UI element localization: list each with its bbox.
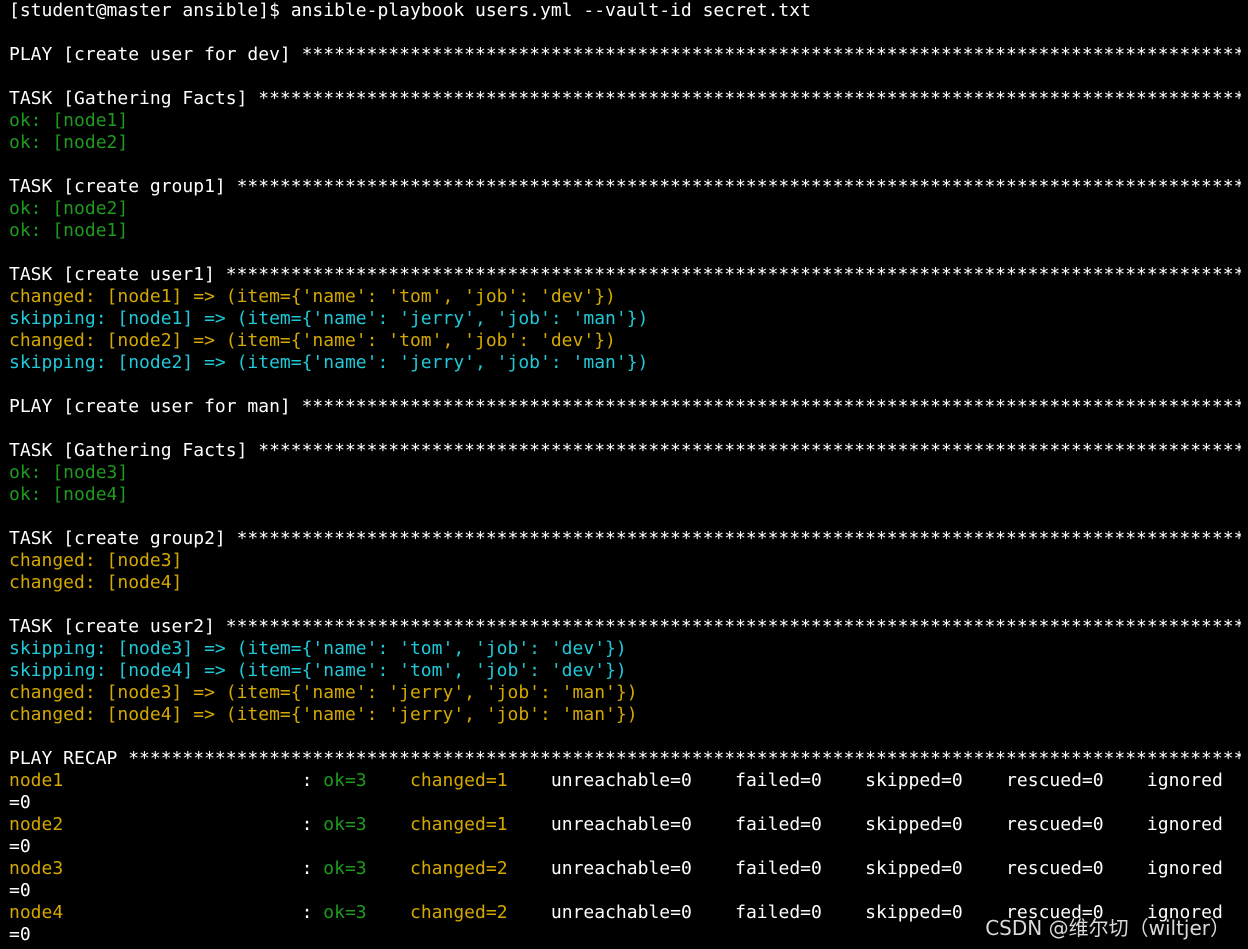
terminal-line: changed: [node3] => (item={'name': 'jerr… <box>9 682 638 703</box>
recap-counts: unreachable=0 failed=0 skipped=0 rescued… <box>550 770 1223 791</box>
terminal-line: changed: [node1] => (item={'name': 'tom'… <box>9 286 616 307</box>
terminal-line: TASK [create user2] ********************… <box>9 616 1241 637</box>
recap-wrap: =0 <box>9 792 31 813</box>
terminal-line: ok: [node1] <box>9 110 129 131</box>
terminal-line: skipping: [node1] => (item={'name': 'jer… <box>9 308 649 329</box>
terminal-line: TASK [create group1] *******************… <box>9 176 1241 197</box>
terminal-line: skipping: [node2] => (item={'name': 'jer… <box>9 352 649 373</box>
terminal-line: skipping: [node3] => (item={'name': 'tom… <box>9 638 627 659</box>
recap-changed: changed=2 <box>410 858 508 879</box>
terminal-line: ok: [node3] <box>9 462 129 483</box>
terminal-line: PLAY [create user for man] *************… <box>9 396 1241 417</box>
terminal-line: TASK [Gathering Facts] *****************… <box>9 440 1241 461</box>
terminal-line: PLAY RECAP *****************************… <box>9 748 1241 769</box>
terminal-line: [student@master ansible]$ ansible-playbo… <box>9 0 811 21</box>
recap-wrap: =0 <box>9 880 31 901</box>
terminal-line: ok: [node1] <box>9 220 129 241</box>
recap-changed: changed=2 <box>410 902 508 923</box>
terminal-line: TASK [create group2] *******************… <box>9 528 1241 549</box>
recap-ok: ok=3 <box>323 814 367 835</box>
terminal-line: TASK [create user1] ********************… <box>9 264 1241 285</box>
terminal-line: changed: [node4] <box>9 572 183 593</box>
recap-changed: changed=1 <box>410 814 508 835</box>
terminal-line: TASK [Gathering Facts] *****************… <box>9 88 1241 109</box>
recap-ok: ok=3 <box>323 858 367 879</box>
terminal-line: skipping: [node4] => (item={'name': 'tom… <box>9 660 627 681</box>
recap-host: node1 <box>9 770 64 791</box>
terminal-line: changed: [node2] => (item={'name': 'tom'… <box>9 330 616 351</box>
recap-ok: ok=3 <box>323 770 367 791</box>
recap-host: node2 <box>9 814 64 835</box>
terminal-line: PLAY [create user for dev] *************… <box>9 44 1241 65</box>
recap-wrap: =0 <box>9 836 31 857</box>
recap-changed: changed=1 <box>410 770 508 791</box>
terminal-line: ok: [node2] <box>9 132 129 153</box>
recap-counts: unreachable=0 failed=0 skipped=0 rescued… <box>550 858 1223 879</box>
terminal-line: ok: [node2] <box>9 198 129 219</box>
recap-row: node1 : ok=3 changed=1 unreachable=0 fai… <box>9 770 1223 791</box>
terminal-line: ok: [node4] <box>9 484 129 505</box>
recap-row: node3 : ok=3 changed=2 unreachable=0 fai… <box>9 858 1223 879</box>
recap-counts: unreachable=0 failed=0 skipped=0 rescued… <box>550 814 1223 835</box>
csdn-watermark: CSDN @维尔切（wiltjer） <box>985 916 1230 940</box>
recap-ok: ok=3 <box>323 902 367 923</box>
terminal-line: changed: [node4] => (item={'name': 'jerr… <box>9 704 638 725</box>
terminal-line: changed: [node3] <box>9 550 183 571</box>
recap-host: node4 <box>9 902 64 923</box>
terminal-output[interactable]: [student@master ansible]$ ansible-playbo… <box>9 0 1241 946</box>
recap-row: node2 : ok=3 changed=1 unreachable=0 fai… <box>9 814 1223 835</box>
recap-host: node3 <box>9 858 64 879</box>
